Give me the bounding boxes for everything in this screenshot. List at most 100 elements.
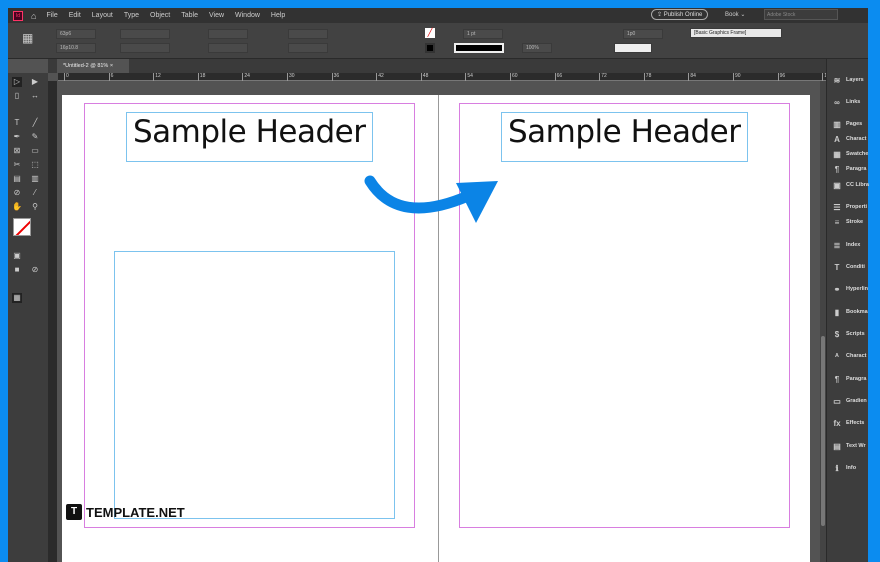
scissors-tool-icon[interactable]: ✂ xyxy=(12,160,22,170)
panel-cc-libra[interactable]: ▣ CC Libra xyxy=(827,175,877,195)
panel-links[interactable]: ∞ Links xyxy=(827,92,877,112)
panel-info[interactable]: ℹ Info xyxy=(827,458,877,478)
panel-paragra[interactable]: ¶ Paragra xyxy=(827,369,877,389)
menu-help[interactable]: Help xyxy=(271,12,285,19)
panel-conditi[interactable]: T Conditi xyxy=(827,257,877,277)
template-net-watermark: T TEMPLATE.NET xyxy=(66,504,185,520)
indesign-window: Id ⌂ File Edit Layout Type Object Table … xyxy=(8,8,869,562)
eyedropper-tool-icon[interactable]: ⁄ xyxy=(30,188,40,198)
apply-none-icon[interactable]: ⊘ xyxy=(30,265,40,275)
page-tool-icon[interactable]: ▯ xyxy=(12,91,22,101)
opacity-field[interactable]: 100% xyxy=(522,43,552,53)
line-tool-icon[interactable]: ╱ xyxy=(30,118,40,128)
menu-type[interactable]: Type xyxy=(124,12,139,19)
shear-field[interactable] xyxy=(288,43,328,53)
gap-tool-icon[interactable]: ↔ xyxy=(30,91,40,101)
conditional-text-icon: T xyxy=(834,262,840,272)
ruler-tick: 60 xyxy=(510,73,518,81)
panel-label: Paragra xyxy=(846,376,867,382)
rectangle-frame-tool-icon[interactable]: ⊠ xyxy=(12,146,22,156)
stroke-swatch-icon[interactable] xyxy=(425,43,435,53)
menu-table[interactable]: Table xyxy=(181,12,198,19)
reference-point-icon[interactable]: ▦ xyxy=(22,32,33,44)
panel-charact[interactable]: ᴬ Charact xyxy=(827,346,877,366)
menu-view[interactable]: View xyxy=(209,12,224,19)
character-icon: A xyxy=(834,134,840,144)
close-tab-icon[interactable]: × xyxy=(110,63,113,69)
effects-icon: fx xyxy=(833,418,841,428)
ruler-tick: 6 xyxy=(108,73,114,81)
scrollbar-thumb[interactable] xyxy=(821,336,825,526)
stroke-weight-field[interactable]: 1 pt xyxy=(463,29,503,39)
links-icon: ∞ xyxy=(834,97,840,107)
scale-y-field[interactable] xyxy=(208,43,248,53)
menu-layout[interactable]: Layout xyxy=(92,12,113,19)
panel-label: Text Wr xyxy=(846,443,866,449)
screen-mode-icon[interactable]: ▦ xyxy=(12,293,22,303)
hand-tool-icon[interactable]: ✋ xyxy=(12,202,22,212)
workspace-switcher[interactable]: Book ⌄ xyxy=(725,11,745,18)
free-transform-tool-icon[interactable]: ⬚ xyxy=(30,160,40,170)
ruler-tick: 0 xyxy=(64,73,69,81)
panel-index[interactable]: ≣ Index xyxy=(827,235,877,255)
home-icon[interactable]: ⌂ xyxy=(31,11,36,21)
publish-online-button[interactable]: ⇪ Publish Online xyxy=(651,9,709,20)
panel-gradien[interactable]: ▭ Gradien xyxy=(827,391,877,411)
panel-layers[interactable]: ≋ Layers xyxy=(827,70,877,90)
menu-edit[interactable]: Edit xyxy=(69,12,81,19)
header-text-frame[interactable]: Sample Header xyxy=(501,112,748,162)
object-style-select[interactable]: [Basic Graphics Frame] xyxy=(690,28,782,38)
pen-tool-icon[interactable]: ✒ xyxy=(12,132,22,142)
adobe-stock-search[interactable]: Adobe Stock xyxy=(764,9,838,20)
height-field[interactable] xyxy=(120,43,170,53)
panel-bookma[interactable]: ▮ Bookma xyxy=(827,302,877,322)
gap-field[interactable]: 1p0 xyxy=(623,29,663,39)
menu-window[interactable]: Window xyxy=(235,12,260,19)
character-styles-icon: ᴬ xyxy=(835,351,839,361)
formatting-container-icon[interactable]: ▣ xyxy=(12,251,22,261)
panel-label: Stroke xyxy=(846,219,864,225)
menu-file[interactable]: File xyxy=(46,12,57,19)
tools-panel: ▷ ▶ ▯ ↔ T ╱ ✒ ✎ ⊠ ▭ ✂ ⬚ ▤ ▥ ⊘ ⁄ ✋ ⚲ ▣ ■ … xyxy=(8,73,48,562)
panel-scripts[interactable]: $ Scripts xyxy=(827,324,877,344)
gradient-tool-icon[interactable]: ▤ xyxy=(12,174,22,184)
panel-hyperlin[interactable]: ⚭ Hyperlin xyxy=(827,279,877,299)
color-theme-tool-icon[interactable]: ⊘ xyxy=(12,188,22,198)
pencil-tool-icon[interactable]: ✎ xyxy=(30,132,40,142)
panel-label: Scripts xyxy=(846,331,865,337)
arrow-icon xyxy=(364,175,498,223)
panel-effects[interactable]: fx Effects xyxy=(827,413,877,433)
note-tool-icon[interactable]: ▥ xyxy=(30,174,40,184)
horizontal-ruler[interactable]: 06121824303642485460667278849096102 xyxy=(58,73,833,81)
y-field[interactable]: 16p10.8 xyxy=(56,43,96,53)
fill-swatch-none-icon[interactable] xyxy=(13,218,31,236)
document-tab[interactable]: *Untitled-2 @ 81% × xyxy=(57,59,129,73)
panel-stroke[interactable]: ≡ Stroke xyxy=(827,212,877,232)
gradient-icon: ▭ xyxy=(833,396,841,406)
document-tabs: *Untitled-2 @ 81% × xyxy=(48,59,828,73)
width-field[interactable] xyxy=(120,29,170,39)
watermark-text: TEMPLATE.NET xyxy=(86,504,185,520)
direct-selection-tool-icon[interactable]: ▶ xyxy=(30,77,40,87)
empty-frame[interactable] xyxy=(114,251,395,519)
header-text-frame[interactable]: Sample Header xyxy=(126,112,373,162)
menu-object[interactable]: Object xyxy=(150,12,170,19)
menu-bar: Id ⌂ File Edit Layout Type Object Table … xyxy=(8,8,868,23)
fill-none-icon[interactable]: ╱ xyxy=(425,28,435,38)
stroke-type-select[interactable] xyxy=(454,43,504,53)
rectangle-tool-icon[interactable]: ▭ xyxy=(30,146,40,156)
ruler-tick: 36 xyxy=(331,73,340,81)
scale-x-field[interactable] xyxy=(208,29,248,39)
selection-tool-icon[interactable]: ▷ xyxy=(12,77,22,87)
zoom-tool-icon[interactable]: ⚲ xyxy=(30,202,40,212)
swatch-select[interactable] xyxy=(614,43,652,53)
vertical-ruler[interactable] xyxy=(48,81,57,562)
panel-text-wr[interactable]: ▤ Text Wr xyxy=(827,436,877,456)
panel-label: Charact xyxy=(846,353,867,359)
rotate-field[interactable] xyxy=(288,29,328,39)
ruler-tick: 30 xyxy=(287,73,295,81)
apply-color-icon[interactable]: ■ xyxy=(12,265,22,275)
x-field[interactable]: 63p6 xyxy=(56,29,96,39)
type-tool-icon[interactable]: T xyxy=(12,118,22,128)
panel-label: Index xyxy=(846,242,861,248)
